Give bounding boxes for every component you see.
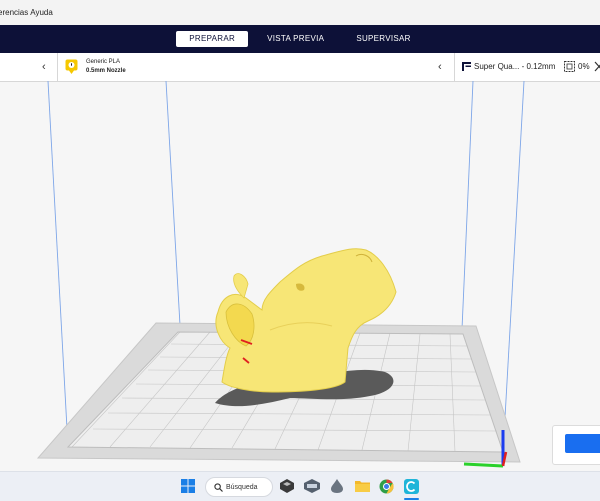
build-volume-edge (165, 81, 181, 326)
toolbar-divider (57, 53, 58, 81)
tab-vista-previa[interactable]: VISTA PREVIA (254, 31, 337, 47)
material-name[interactable]: Generic PLA (86, 59, 120, 65)
print-profile-icon (462, 62, 471, 71)
menu-item-preferencias[interactable]: erencias (0, 8, 32, 17)
app-icon-1[interactable] (280, 479, 294, 493)
cura-icon[interactable] (404, 479, 419, 494)
spool-warning-icon (65, 59, 78, 74)
windows-taskbar: Búsqueda (0, 471, 600, 501)
chrome-icon[interactable] (379, 479, 394, 494)
3d-viewport[interactable] (0, 81, 600, 471)
taskbar-search[interactable]: Búsqueda (205, 477, 273, 497)
support-icon (594, 61, 600, 72)
chevron-left-icon[interactable]: ‹ (438, 61, 442, 73)
folder-icon[interactable] (355, 479, 370, 492)
windows-start-icon[interactable] (181, 479, 195, 493)
x-axis (463, 462, 504, 468)
build-volume-edge (47, 81, 69, 448)
nozzle-size[interactable]: 0.5mm Nozzle (86, 68, 126, 74)
menu-item-ayuda[interactable]: Ayuda (30, 8, 57, 17)
search-label: Búsqueda (226, 483, 258, 491)
infill-icon (564, 61, 575, 72)
menu-bar: erencias Ayuda (0, 0, 600, 26)
slice-button[interactable] (565, 434, 600, 453)
app-icon-2[interactable] (304, 479, 320, 493)
tab-preparar[interactable]: PREPARAR (176, 31, 249, 47)
chevron-left-icon[interactable]: ‹ (42, 61, 46, 73)
print-setup-toolbar: ‹ Generic PLA 0.5mm Nozzle ‹ Super Qua..… (0, 53, 600, 82)
print-profile-label[interactable]: Super Qua... - 0.12mm (474, 62, 555, 71)
build-volume-edge (502, 81, 525, 454)
infill-value[interactable]: 0% (578, 62, 590, 71)
toolbar-divider (454, 53, 455, 81)
stage-header: PREPARAR VISTA PREVIA SUPERVISAR (0, 25, 600, 53)
app-icon-3[interactable] (331, 479, 343, 493)
search-icon (214, 482, 223, 492)
build-volume-edge (461, 81, 474, 330)
tab-supervisar[interactable]: SUPERVISAR (343, 31, 423, 47)
